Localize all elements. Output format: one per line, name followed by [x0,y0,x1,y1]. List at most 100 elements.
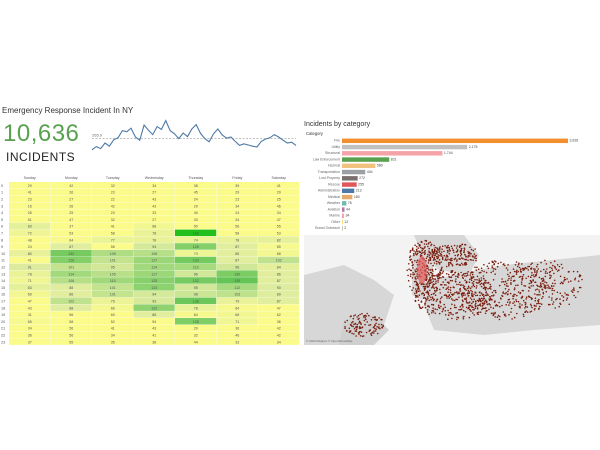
heatmap-cell-value: 102 [276,259,282,263]
heatmap-cell-value: 53 [69,231,73,235]
heatmap-cell-value: 98 [194,293,198,297]
bar-weather[interactable] [342,201,347,206]
heatmap-cell-value: 56 [111,245,115,249]
heatmap-cell-value: 72 [28,231,32,235]
bar-utility[interactable] [342,144,468,150]
high-density-hotspot [417,256,427,284]
bar-fire[interactable] [342,138,568,144]
heatmap-cell-value: 56 [235,225,239,229]
bar-value-label: 213 [356,189,362,193]
heatmap-row-label: 6 [1,225,3,229]
hour-weekday-heatmap[interactable]: Sunday Monday Tuesday Wednesday Thursday Frid… [0,175,300,345]
heatmap-row-label: 19 [1,313,5,317]
heatmap-cell-value: 126 [68,259,74,263]
heatmap-cell-value: 112 [234,286,240,290]
bar-other[interactable] [342,219,343,225]
bar-lost-property[interactable] [342,176,358,181]
heatmap-row-label: 22 [1,333,5,337]
bar-value-label: 1,744 [444,151,453,155]
heatmap-cell-value: 74 [194,238,198,242]
heatmap-row-label: 9 [1,245,3,249]
incident-map[interactable]: © 2023 Mapbox © OpenStreetMap [304,235,600,345]
heatmap-cell-value: 41 [28,191,32,195]
bar-medical[interactable] [342,194,353,200]
bar-hazmat[interactable] [342,163,376,169]
heatmap-row-label: 17 [1,299,5,303]
heatmap-cell-value: 122 [151,306,157,310]
heatmap-cell-value: 76 [111,299,115,303]
heatmap-cell-value: 78 [152,231,156,235]
heatmap-cell-value: 47 [277,306,281,310]
heatmap-cell-value: 47 [28,299,32,303]
heatmap-cell-value: 64 [69,238,73,242]
heatmap-cell-value: 87 [277,299,281,303]
bar-value-label: 255 [358,182,364,186]
heatmap-cell-value: 26 [69,204,73,208]
heatmap-row-label: 15 [1,286,5,290]
heatmap-cell-value: 23 [235,197,239,201]
incidents-trend-sparkline[interactable]: 265.9 [88,116,300,156]
bar-category-label: Marine [329,214,340,218]
bar-aviation[interactable] [342,207,345,212]
bar-law-enforcement[interactable] [342,157,390,162]
heatmap-cell-value: 56 [69,327,73,331]
heatmap-column-header: Thursday [188,176,203,180]
bar-category-label: Brand Outreach [315,226,340,230]
bar-structural[interactable] [342,151,443,156]
heatmap-cell-value: 88 [69,306,73,310]
heatmap-cell-value: 101 [110,293,116,297]
heatmap-cell-value: 26 [28,211,32,215]
heatmap-cell-value: 41 [111,327,115,331]
bar-value-label: 580 [377,164,383,168]
heatmap-cell-value: 22 [111,197,115,201]
bar-value-label: 2 [344,226,346,230]
heatmap-cell-value: 105 [110,272,116,276]
heatmap-cell-value: 43 [152,327,156,331]
heatmap-cell-value: 55 [277,225,281,229]
heatmap-column-header: Monday [65,176,78,180]
heatmap-cell-value: 86 [152,313,156,317]
heatmap-row-label: 12 [1,265,5,269]
heatmap-cell-value: 106 [68,279,74,283]
heatmap-row-label: 23 [1,340,5,344]
bar-marine[interactable] [342,213,344,219]
heatmap-cell-value: 25 [277,197,281,201]
heatmap-cell-value: 42 [69,184,73,188]
heatmap-cell-value: 78 [152,238,156,242]
category-bar-chart[interactable]: Category Fire 3,926 Utility 2,175 Structural 1… [304,130,594,234]
total-incidents-number: 10,636 [3,120,80,147]
heatmap-cell-value: 86 [69,293,73,297]
heatmap-cell-value: 29 [194,327,198,331]
heatmap-cell-value: 56 [69,313,73,317]
heatmap-row-label: 10 [1,252,5,256]
heatmap-cell-value: 166 [193,231,199,235]
heatmap-cell-value: 139 [234,279,240,283]
heatmap-cell-value: 115 [110,279,116,283]
heatmap-cell-value: 33 [194,218,198,222]
heatmap-cell-value: 24 [28,245,32,249]
heatmap-cell-value: 58 [69,320,73,324]
heatmap-cell-value: 78 [28,272,32,276]
bar-category-label: Lost Property [319,176,340,180]
heatmap-cell-value: 29 [194,204,198,208]
bar-transportation[interactable] [342,169,366,175]
heatmap-cell-value: 55 [69,340,73,344]
bar-value-label: 2,175 [469,145,478,149]
heatmap-cell-value: 90 [277,286,281,290]
heatmap-cell-value: 66 [111,306,115,310]
heatmap-cell-value: 73 [194,252,198,256]
heatmap-cell-value: 64 [235,306,239,310]
heatmap-cell-value: 95 [111,265,115,269]
bar-administration[interactable] [342,188,355,194]
bar-brand-outreach[interactable] [342,226,343,231]
heatmap-cell-value: 46 [235,333,239,337]
heatmap-cell-value: 27 [152,218,156,222]
heatmap-cell-value: 42 [111,204,115,208]
reference-label: 265.9 [92,133,103,138]
heatmap-column-header: Sunday [24,176,36,180]
bar-rescue[interactable] [342,182,357,187]
bar-category-label: Utility [331,145,340,149]
heatmap-cell-value: 123 [151,286,157,290]
heatmap-cell-value: 87 [235,259,239,263]
heatmap-cell-value: 83 [28,286,32,290]
